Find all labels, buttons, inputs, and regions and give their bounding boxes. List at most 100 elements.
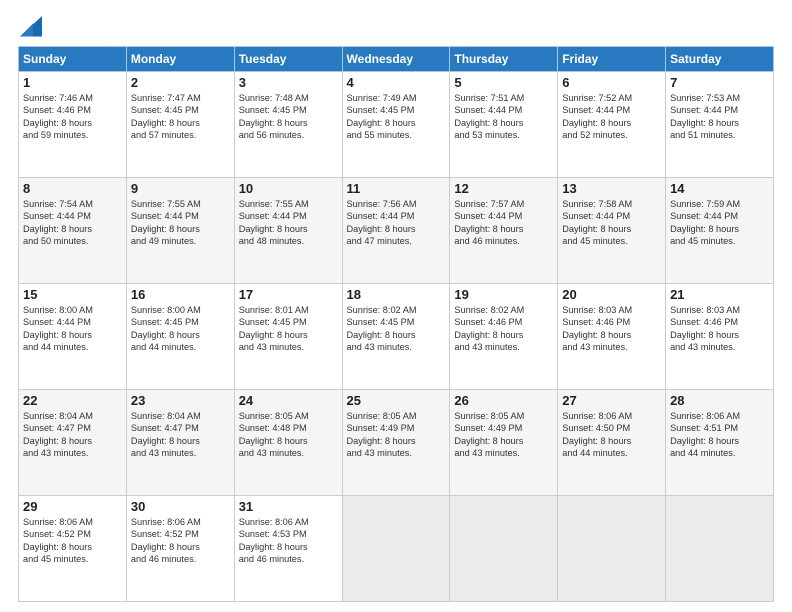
calendar-cell: 7 Sunrise: 7:53 AM Sunset: 4:44 PM Daylig…: [666, 72, 774, 178]
calendar-cell: 26 Sunrise: 8:05 AM Sunset: 4:49 PM Dayli…: [450, 390, 558, 496]
calendar-cell: 4 Sunrise: 7:49 AM Sunset: 4:45 PM Daylig…: [342, 72, 450, 178]
cell-details: Sunrise: 8:06 AM Sunset: 4:50 PM Dayligh…: [562, 410, 661, 460]
cell-details: Sunrise: 8:03 AM Sunset: 4:46 PM Dayligh…: [670, 304, 769, 354]
calendar-cell: 20 Sunrise: 8:03 AM Sunset: 4:46 PM Dayli…: [558, 284, 666, 390]
day-header-thursday: Thursday: [450, 47, 558, 72]
page: SundayMondayTuesdayWednesdayThursdayFrid…: [0, 0, 792, 612]
cell-details: Sunrise: 7:48 AM Sunset: 4:45 PM Dayligh…: [239, 92, 338, 142]
calendar-cell: 1Sunrise: 7:46 AM Sunset: 4:46 PM Daylig…: [19, 72, 127, 178]
cell-details: Sunrise: 8:02 AM Sunset: 4:45 PM Dayligh…: [347, 304, 446, 354]
cell-details: Sunrise: 7:49 AM Sunset: 4:45 PM Dayligh…: [347, 92, 446, 142]
day-number: 7: [670, 75, 769, 90]
day-header-monday: Monday: [126, 47, 234, 72]
day-number: 19: [454, 287, 553, 302]
logo-text: [18, 18, 42, 40]
calendar-cell: [666, 496, 774, 602]
day-header-saturday: Saturday: [666, 47, 774, 72]
calendar-cell: 5 Sunrise: 7:51 AM Sunset: 4:44 PM Daylig…: [450, 72, 558, 178]
logo-icon: [20, 16, 42, 38]
calendar-cell: 23 Sunrise: 8:04 AM Sunset: 4:47 PM Dayli…: [126, 390, 234, 496]
day-number: 12: [454, 181, 553, 196]
cell-details: Sunrise: 7:52 AM Sunset: 4:44 PM Dayligh…: [562, 92, 661, 142]
cell-details: Sunrise: 8:06 AM Sunset: 4:53 PM Dayligh…: [239, 516, 338, 566]
calendar-week-3: 15Sunrise: 8:00 AM Sunset: 4:44 PM Dayli…: [19, 284, 774, 390]
day-number: 28: [670, 393, 769, 408]
calendar-cell: 28 Sunrise: 8:06 AM Sunset: 4:51 PM Dayli…: [666, 390, 774, 496]
calendar-cell: 14 Sunrise: 7:59 AM Sunset: 4:44 PM Dayli…: [666, 178, 774, 284]
cell-details: Sunrise: 7:46 AM Sunset: 4:46 PM Dayligh…: [23, 92, 122, 142]
cell-details: Sunrise: 8:02 AM Sunset: 4:46 PM Dayligh…: [454, 304, 553, 354]
calendar-cell: 13 Sunrise: 7:58 AM Sunset: 4:44 PM Dayli…: [558, 178, 666, 284]
cell-details: Sunrise: 7:56 AM Sunset: 4:44 PM Dayligh…: [347, 198, 446, 248]
cell-details: Sunrise: 7:54 AM Sunset: 4:44 PM Dayligh…: [23, 198, 122, 248]
calendar-header-row: SundayMondayTuesdayWednesdayThursdayFrid…: [19, 47, 774, 72]
day-number: 23: [131, 393, 230, 408]
day-number: 18: [347, 287, 446, 302]
calendar-cell: 29Sunrise: 8:06 AM Sunset: 4:52 PM Dayli…: [19, 496, 127, 602]
cell-details: Sunrise: 8:05 AM Sunset: 4:48 PM Dayligh…: [239, 410, 338, 460]
calendar-cell: 11 Sunrise: 7:56 AM Sunset: 4:44 PM Dayli…: [342, 178, 450, 284]
calendar-cell: [558, 496, 666, 602]
calendar-cell: 17 Sunrise: 8:01 AM Sunset: 4:45 PM Dayli…: [234, 284, 342, 390]
day-number: 6: [562, 75, 661, 90]
calendar-cell: 12 Sunrise: 7:57 AM Sunset: 4:44 PM Dayli…: [450, 178, 558, 284]
day-number: 14: [670, 181, 769, 196]
calendar-week-5: 29Sunrise: 8:06 AM Sunset: 4:52 PM Dayli…: [19, 496, 774, 602]
calendar-cell: 22 Sunrise: 8:04 AM Sunset: 4:47 PM Dayli…: [19, 390, 127, 496]
calendar-cell: 30 Sunrise: 8:06 AM Sunset: 4:52 PM Dayli…: [126, 496, 234, 602]
calendar-cell: 18 Sunrise: 8:02 AM Sunset: 4:45 PM Dayli…: [342, 284, 450, 390]
cell-details: Sunrise: 8:05 AM Sunset: 4:49 PM Dayligh…: [347, 410, 446, 460]
day-number: 11: [347, 181, 446, 196]
day-number: 4: [347, 75, 446, 90]
cell-details: Sunrise: 7:53 AM Sunset: 4:44 PM Dayligh…: [670, 92, 769, 142]
calendar-week-2: 8 Sunrise: 7:54 AM Sunset: 4:44 PM Daylig…: [19, 178, 774, 284]
cell-details: Sunrise: 7:58 AM Sunset: 4:44 PM Dayligh…: [562, 198, 661, 248]
day-number: 25: [347, 393, 446, 408]
calendar-cell: 16 Sunrise: 8:00 AM Sunset: 4:45 PM Dayli…: [126, 284, 234, 390]
calendar-cell: 27 Sunrise: 8:06 AM Sunset: 4:50 PM Dayli…: [558, 390, 666, 496]
calendar-cell: 15Sunrise: 8:00 AM Sunset: 4:44 PM Dayli…: [19, 284, 127, 390]
cell-details: Sunrise: 7:51 AM Sunset: 4:44 PM Dayligh…: [454, 92, 553, 142]
calendar-week-4: 22 Sunrise: 8:04 AM Sunset: 4:47 PM Dayli…: [19, 390, 774, 496]
day-number: 27: [562, 393, 661, 408]
day-number: 5: [454, 75, 553, 90]
calendar-cell: 3 Sunrise: 7:48 AM Sunset: 4:45 PM Daylig…: [234, 72, 342, 178]
day-header-tuesday: Tuesday: [234, 47, 342, 72]
cell-details: Sunrise: 8:04 AM Sunset: 4:47 PM Dayligh…: [23, 410, 122, 460]
day-number: 24: [239, 393, 338, 408]
day-number: 20: [562, 287, 661, 302]
day-number: 26: [454, 393, 553, 408]
logo: [18, 18, 42, 36]
day-number: 3: [239, 75, 338, 90]
day-number: 13: [562, 181, 661, 196]
day-header-sunday: Sunday: [19, 47, 127, 72]
day-number: 15: [23, 287, 122, 302]
cell-details: Sunrise: 8:04 AM Sunset: 4:47 PM Dayligh…: [131, 410, 230, 460]
day-number: 16: [131, 287, 230, 302]
calendar-cell: 10Sunrise: 7:55 AM Sunset: 4:44 PM Dayli…: [234, 178, 342, 284]
calendar-cell: 25 Sunrise: 8:05 AM Sunset: 4:49 PM Dayli…: [342, 390, 450, 496]
cell-details: Sunrise: 7:47 AM Sunset: 4:45 PM Dayligh…: [131, 92, 230, 142]
cell-details: Sunrise: 7:57 AM Sunset: 4:44 PM Dayligh…: [454, 198, 553, 248]
day-number: 10: [239, 181, 338, 196]
cell-details: Sunrise: 8:06 AM Sunset: 4:52 PM Dayligh…: [131, 516, 230, 566]
day-header-wednesday: Wednesday: [342, 47, 450, 72]
day-header-friday: Friday: [558, 47, 666, 72]
day-number: 8: [23, 181, 122, 196]
cell-details: Sunrise: 8:00 AM Sunset: 4:45 PM Dayligh…: [131, 304, 230, 354]
cell-details: Sunrise: 8:06 AM Sunset: 4:52 PM Dayligh…: [23, 516, 122, 566]
day-number: 31: [239, 499, 338, 514]
cell-details: Sunrise: 8:03 AM Sunset: 4:46 PM Dayligh…: [562, 304, 661, 354]
header: [18, 18, 774, 36]
cell-details: Sunrise: 8:01 AM Sunset: 4:45 PM Dayligh…: [239, 304, 338, 354]
cell-details: Sunrise: 7:55 AM Sunset: 4:44 PM Dayligh…: [131, 198, 230, 248]
calendar-cell: 9 Sunrise: 7:55 AM Sunset: 4:44 PM Daylig…: [126, 178, 234, 284]
cell-details: Sunrise: 8:05 AM Sunset: 4:49 PM Dayligh…: [454, 410, 553, 460]
day-number: 30: [131, 499, 230, 514]
cell-details: Sunrise: 8:06 AM Sunset: 4:51 PM Dayligh…: [670, 410, 769, 460]
day-number: 9: [131, 181, 230, 196]
day-number: 22: [23, 393, 122, 408]
day-number: 17: [239, 287, 338, 302]
cell-details: Sunrise: 7:59 AM Sunset: 4:44 PM Dayligh…: [670, 198, 769, 248]
calendar-week-1: 1Sunrise: 7:46 AM Sunset: 4:46 PM Daylig…: [19, 72, 774, 178]
